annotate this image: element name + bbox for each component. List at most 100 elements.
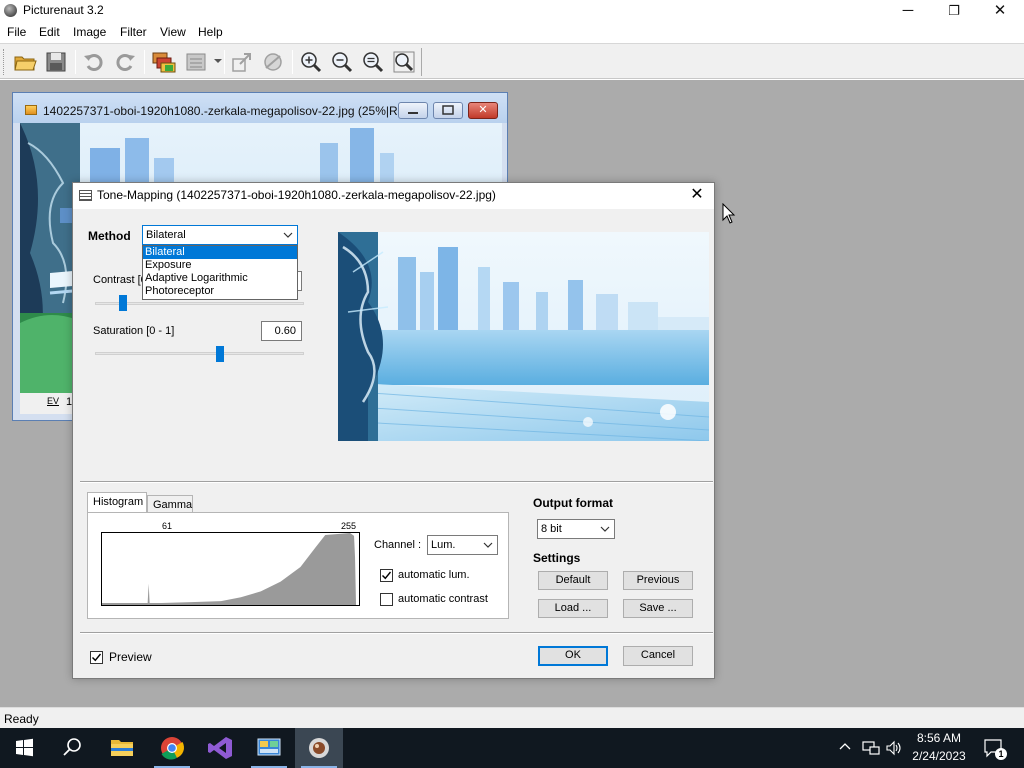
channel-value: Lum.: [431, 539, 456, 551]
menu-edit[interactable]: Edit: [39, 25, 60, 39]
chevron-down-icon[interactable]: [282, 228, 294, 242]
channel-select[interactable]: Lum.: [427, 535, 498, 555]
toolbar-separator: [75, 50, 76, 74]
show-hidden-icons-chevron-icon[interactable]: [838, 740, 852, 757]
preview-label: Preview: [109, 650, 152, 664]
visual-studio-icon[interactable]: [197, 728, 245, 768]
image-window-titlebar[interactable]: 1402257371-oboi-1920h1080.-zerkala-megap…: [13, 93, 507, 123]
batch-dropdown-arrow[interactable]: [214, 59, 222, 63]
method-dropdown-list: Bilateral Exposure Adaptive Logarithmic …: [142, 245, 298, 300]
chrome-icon[interactable]: [148, 728, 196, 768]
dialog-title: Tone-Mapping (1402257371-oboi-1920h1080.…: [97, 188, 496, 202]
picturenaut-app-icon: [4, 4, 17, 17]
method-value: Bilateral: [146, 229, 186, 241]
taskbar: 8:56 AM 2/24/2023 1: [0, 728, 1024, 768]
image-window-minimize-button[interactable]: [398, 102, 428, 119]
automatic-contrast-label: automatic contrast: [398, 593, 488, 605]
status-text: Ready: [4, 712, 39, 726]
volume-icon[interactable]: [886, 740, 902, 759]
default-button[interactable]: Default: [538, 571, 608, 590]
dialog-divider: [80, 481, 713, 483]
preview-check-box[interactable]: [90, 651, 103, 664]
image-window-close-button[interactable]: ✕: [468, 102, 498, 119]
network-icon[interactable]: [862, 740, 880, 759]
zoom-fit-icon[interactable]: [361, 50, 385, 74]
checkmark-icon: [382, 571, 392, 580]
settings-label: Settings: [533, 551, 581, 565]
batch-icon[interactable]: [184, 50, 208, 74]
method-option-photoreceptor[interactable]: Photoreceptor: [143, 285, 297, 298]
menu-filter[interactable]: Filter: [120, 25, 147, 39]
previous-button[interactable]: Previous: [623, 571, 693, 590]
histogram-panel: 61 255 Channel : Lum. automatic lum. aut…: [87, 512, 509, 619]
saturation-label: Saturation [0 - 1]: [93, 325, 175, 337]
contrast-slider-thumb[interactable]: [119, 295, 128, 311]
save-icon[interactable]: [44, 50, 68, 74]
maximize-button[interactable]: ❐: [931, 0, 977, 22]
method-select[interactable]: Bilateral: [142, 225, 298, 245]
toolbar-end: [421, 48, 422, 76]
menu-view[interactable]: View: [160, 25, 186, 39]
method-option-exposure[interactable]: Exposure: [143, 259, 297, 272]
tab-gamma[interactable]: Gamma: [147, 495, 193, 513]
method-option-adaptive-logarithmic[interactable]: Adaptive Logarithmic: [143, 272, 297, 285]
close-button[interactable]: ✕: [977, 0, 1023, 22]
tab-histogram[interactable]: Histogram: [87, 492, 147, 512]
picturenaut-icon[interactable]: [295, 728, 343, 768]
toolbar-grip[interactable]: [3, 49, 6, 75]
menu-file[interactable]: File: [7, 25, 26, 39]
load-button[interactable]: Load ...: [538, 599, 608, 618]
save-settings-button[interactable]: Save ...: [623, 599, 693, 618]
ok-button[interactable]: OK: [538, 646, 608, 666]
clock-date[interactable]: 2/24/2023: [907, 749, 971, 763]
histogram-chart: [101, 532, 360, 606]
menu-image[interactable]: Image: [73, 25, 106, 39]
channel-label: Channel :: [374, 539, 422, 551]
file-explorer-icon[interactable]: [98, 728, 146, 768]
menu-help[interactable]: Help: [198, 25, 223, 39]
chevron-down-icon[interactable]: [482, 538, 494, 552]
image-window-title: 1402257371-oboi-1920h1080.-zerkala-megap…: [43, 104, 408, 118]
output-format-select[interactable]: 8 bit: [537, 519, 615, 539]
minimize-button[interactable]: ─: [885, 0, 931, 22]
align-icon[interactable]: [230, 50, 254, 74]
clock-time[interactable]: 8:56 AM: [911, 731, 967, 745]
tone-map-icon[interactable]: [261, 50, 285, 74]
ev-label: EV: [47, 396, 60, 406]
zoom-out-icon[interactable]: [330, 50, 354, 74]
image-window-maximize-button[interactable]: [433, 102, 463, 119]
start-icon[interactable]: [0, 728, 48, 768]
redo-icon[interactable]: [113, 50, 137, 74]
app-titlebar: Picturenaut 3.2 ─ ❐ ✕: [0, 0, 1024, 22]
contrast-label: Contrast [0 - 1]: [93, 274, 143, 286]
automatic-lum-check-box[interactable]: [380, 569, 393, 582]
generate-hdr-icon[interactable]: [152, 50, 176, 74]
method-label: Method: [88, 229, 131, 243]
saturation-slider-track[interactable]: [95, 352, 304, 355]
search-icon[interactable]: [48, 728, 96, 768]
saturation-slider-thumb[interactable]: [215, 346, 224, 362]
zoom-in-icon[interactable]: [299, 50, 323, 74]
undo-icon[interactable]: [82, 50, 106, 74]
zoom-actual-icon[interactable]: [392, 50, 416, 74]
toolbar: [0, 43, 1024, 79]
method-option-bilateral[interactable]: Bilateral: [143, 246, 297, 259]
toolbar-separator: [292, 50, 293, 74]
tone-mapped-preview-image: [338, 232, 709, 441]
dialog-close-button[interactable]: ✕: [680, 183, 714, 209]
dialog-titlebar[interactable]: Tone-Mapping (1402257371-oboi-1920h1080.…: [73, 183, 714, 209]
histogram-max-label: 255: [341, 521, 357, 531]
toolbar-separator: [144, 50, 145, 74]
control-panel-icon[interactable]: [245, 728, 293, 768]
open-icon[interactable]: [13, 50, 37, 74]
toolbar-separator: [224, 50, 225, 74]
cancel-button[interactable]: Cancel: [623, 646, 693, 666]
histogram-min-label: 61: [162, 521, 173, 531]
saturation-input[interactable]: 0.60: [261, 321, 302, 341]
menubar: File Edit Image Filter View Help: [0, 22, 1024, 43]
image-file-icon: [25, 105, 37, 115]
output-format-label: Output format: [533, 496, 613, 510]
chevron-down-icon[interactable]: [599, 522, 611, 536]
automatic-lum-label: automatic lum.: [398, 569, 470, 581]
automatic-contrast-check-box[interactable]: [380, 593, 393, 606]
